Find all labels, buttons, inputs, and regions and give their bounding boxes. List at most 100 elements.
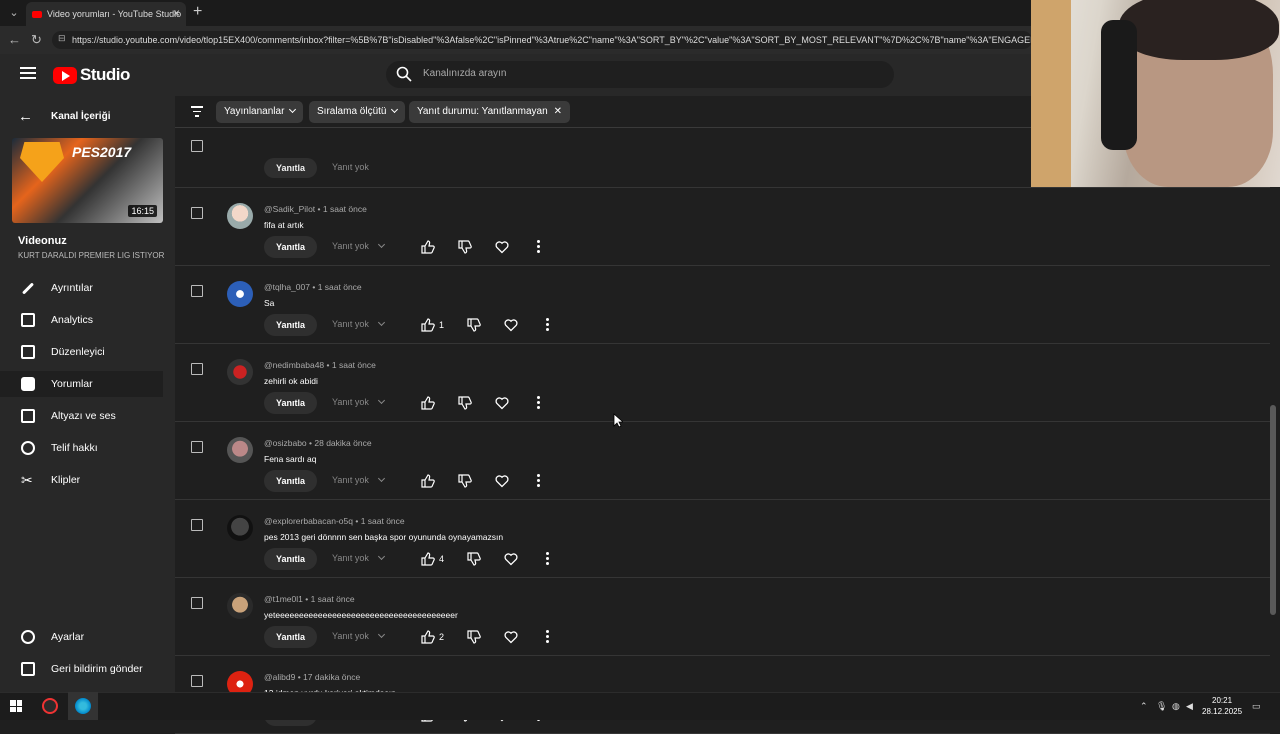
reply-status[interactable]: Yanıt yok (332, 553, 369, 563)
comment-checkbox[interactable] (191, 363, 203, 375)
like-icon[interactable] (421, 396, 435, 410)
chevron-down-icon[interactable] (377, 396, 386, 405)
reload-icon[interactable]: ↻ (31, 32, 42, 48)
edge-browser-icon[interactable] (75, 698, 91, 714)
sidebar-item-details[interactable]: Ayrıntılar (0, 275, 163, 301)
reply-button[interactable]: Yanıtla (264, 548, 318, 570)
back-icon[interactable]: ← (8, 32, 21, 47)
filter-chip-reply-status[interactable]: Yanıt durumu: Yanıtlanmayan ✕ (409, 101, 571, 123)
app-icon[interactable] (42, 698, 58, 714)
chevron-down-icon[interactable] (377, 474, 386, 483)
like-icon[interactable] (421, 474, 435, 488)
comment-author[interactable]: @nedimbaba48 (264, 360, 324, 370)
heart-icon[interactable] (495, 474, 509, 488)
filter-chip-sort[interactable]: Sıralama ölçütü (309, 101, 406, 123)
comment-time[interactable]: 1 saat önce (323, 204, 367, 214)
reply-button[interactable]: Yanıtla (264, 314, 318, 336)
sidebar-item-subtitles[interactable]: Altyazı ve ses (0, 403, 163, 429)
like-icon[interactable] (421, 630, 435, 644)
reply-button[interactable]: Yanıtla (264, 158, 318, 178)
windows-start-icon[interactable] (10, 700, 22, 712)
reply-status[interactable]: Yanıt yok (332, 397, 369, 407)
notification-icon[interactable]: ▭ (1252, 701, 1261, 712)
network-icon[interactable]: ◍ (1172, 701, 1180, 712)
more-options-icon[interactable] (546, 630, 550, 644)
sidebar-item-copyright[interactable]: Telif hakkı (0, 435, 163, 461)
dislike-icon[interactable] (467, 630, 481, 644)
avatar[interactable] (227, 593, 253, 619)
avatar[interactable] (227, 281, 253, 307)
reply-button[interactable]: Yanıtla (264, 236, 318, 258)
comment-time[interactable]: 1 saat önce (311, 594, 355, 604)
comment-author[interactable]: @t1me0l1 (264, 594, 303, 604)
comment-checkbox[interactable] (191, 441, 203, 453)
menu-icon[interactable] (20, 67, 36, 82)
tab-close-icon[interactable]: × (173, 6, 180, 20)
avatar[interactable] (227, 203, 253, 229)
comment-time[interactable]: 1 saat önce (318, 282, 362, 292)
reply-button[interactable]: Yanıtla (264, 470, 318, 492)
sidebar-item-analytics[interactable]: Analytics (0, 307, 163, 333)
sidebar-item-comments[interactable]: Yorumlar (0, 371, 163, 397)
more-options-icon[interactable] (537, 474, 541, 488)
sidebar-item-clips[interactable]: ✂ Klipler (0, 467, 163, 493)
like-icon[interactable] (421, 240, 435, 254)
more-options-icon[interactable] (537, 240, 541, 254)
reply-button[interactable]: Yanıtla (264, 626, 318, 648)
tab-menu-icon[interactable]: ⌄ (6, 5, 22, 21)
heart-icon[interactable] (495, 240, 509, 254)
heart-icon[interactable] (504, 318, 518, 332)
comment-time[interactable]: 1 saat önce (332, 360, 376, 370)
comment-author[interactable]: @alibd9 (264, 672, 295, 682)
chevron-down-icon[interactable] (377, 240, 386, 249)
sidebar-item-editor[interactable]: Düzenleyici (0, 339, 163, 365)
reply-status[interactable]: Yanıt yok (332, 475, 369, 485)
comment-author[interactable]: @osizbabo (264, 438, 307, 448)
comment-author[interactable]: @tqlha_007 (264, 282, 310, 292)
comment-author[interactable]: @explorerbabacan-o5q (264, 516, 353, 526)
comment-time[interactable]: 17 dakika önce (303, 672, 360, 682)
reply-status[interactable]: Yanıt yok (332, 162, 369, 172)
reply-status[interactable]: Yanıt yok (332, 319, 369, 329)
new-tab-icon[interactable]: + (193, 3, 202, 21)
sidebar-item-feedback[interactable]: Geri bildirim gönder (0, 656, 163, 682)
dislike-icon[interactable] (467, 318, 481, 332)
studio-logo[interactable]: Studio (53, 65, 130, 85)
reply-button[interactable]: Yanıtla (264, 392, 318, 414)
comment-checkbox[interactable] (191, 519, 203, 531)
close-icon[interactable]: ✕ (554, 106, 562, 117)
browser-tab[interactable]: Video yorumları - YouTube Studio × (26, 2, 186, 26)
avatar[interactable] (227, 437, 253, 463)
more-options-icon[interactable] (537, 396, 541, 410)
chevron-down-icon[interactable] (377, 318, 386, 327)
like-icon[interactable] (421, 552, 435, 566)
reply-status[interactable]: Yanıt yok (332, 631, 369, 641)
heart-icon[interactable] (495, 396, 509, 410)
comment-time[interactable]: 1 saat önce (361, 516, 405, 526)
url-field[interactable]: https://studio.youtube.com/video/tlop15E… (52, 31, 1032, 49)
clock[interactable]: 20:21 28.12.2025 (1202, 695, 1242, 717)
more-options-icon[interactable] (546, 552, 550, 566)
filter-icon[interactable] (191, 106, 203, 120)
search-input[interactable]: Kanalınızda arayın (423, 68, 506, 79)
microphone-icon[interactable]: 🎙 (1156, 701, 1167, 712)
like-icon[interactable] (421, 318, 435, 332)
comment-checkbox[interactable] (191, 207, 203, 219)
dislike-icon[interactable] (458, 396, 472, 410)
dislike-icon[interactable] (458, 474, 472, 488)
dislike-icon[interactable] (458, 240, 472, 254)
dislike-icon[interactable] (467, 552, 481, 566)
comment-time[interactable]: 28 dakika önce (314, 438, 371, 448)
comment-checkbox[interactable] (191, 597, 203, 609)
chevron-up-icon[interactable]: ⌃ (1140, 701, 1148, 712)
avatar[interactable] (227, 359, 253, 385)
avatar[interactable] (227, 515, 253, 541)
reply-status[interactable]: Yanıt yok (332, 241, 369, 251)
more-options-icon[interactable] (546, 318, 550, 332)
video-thumbnail[interactable]: PES2017 16:15 (12, 138, 163, 223)
chevron-down-icon[interactable] (377, 552, 386, 561)
comment-checkbox[interactable] (191, 285, 203, 297)
heart-icon[interactable] (504, 630, 518, 644)
sidebar-item-settings[interactable]: Ayarlar (0, 624, 163, 650)
comment-checkbox[interactable] (191, 675, 203, 687)
